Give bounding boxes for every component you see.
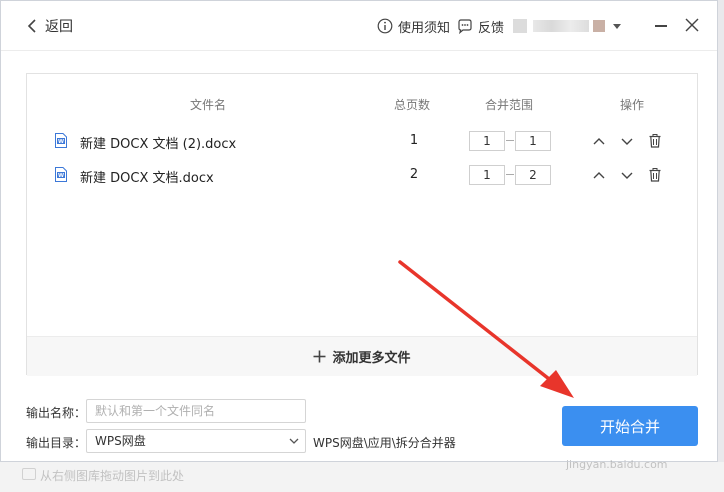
close-icon[interactable] (685, 18, 699, 32)
chevron-down-icon (289, 438, 299, 444)
blurred-username (533, 20, 589, 32)
merge-dialog: 返回 使用须知 反馈 文件名 总页数 合并范围 操作 W 新建 DOCX 文档 … (0, 0, 718, 462)
range-from-input[interactable]: 1 (469, 131, 505, 151)
dialog-header: 返回 使用须知 反馈 (1, 1, 717, 51)
file-row: W 新建 DOCX 文档 (2).docx 1 1 1 (27, 127, 697, 157)
column-header-filename: 文件名 (189, 98, 226, 112)
feedback-label: 反馈 (478, 20, 505, 36)
range-separator (506, 140, 514, 141)
image-icon (22, 468, 36, 480)
minimize-button[interactable] (655, 25, 667, 27)
move-down-icon[interactable] (619, 167, 635, 183)
output-dir-value: WPS网盘 (95, 434, 146, 448)
range-to-input[interactable]: 1 (515, 131, 551, 151)
output-dir-select[interactable]: WPS网盘 (86, 429, 306, 453)
chat-bubble-icon (458, 19, 472, 34)
range-to-input[interactable]: 2 (515, 165, 551, 185)
usage-notice-label: 使用须知 (398, 20, 451, 36)
output-name-label: 输出名称： (26, 406, 87, 420)
output-name-input[interactable] (86, 399, 306, 423)
info-icon (377, 18, 393, 34)
drag-hint: 从右侧图库拖动图片到此处 (40, 469, 185, 483)
range-separator (506, 174, 514, 175)
add-more-files-label: 添加更多文件 (332, 351, 411, 366)
file-name: 新建 DOCX 文档 (2).docx (80, 137, 237, 152)
feedback-button[interactable]: 反馈 (457, 16, 504, 36)
file-page-count: 1 (409, 133, 419, 148)
output-dir-label: 输出目录： (26, 436, 87, 450)
back-button[interactable]: 返回 (27, 15, 73, 37)
column-header-pages: 总页数 (393, 98, 430, 112)
move-up-icon[interactable] (591, 133, 607, 149)
add-more-files-button[interactable]: 添加更多文件 (27, 336, 697, 376)
output-dir-path: WPS网盘\应用\拆分合并器 (313, 436, 456, 450)
blurred-badge (593, 20, 605, 32)
plus-icon (313, 350, 326, 363)
chevron-left-icon (27, 19, 36, 33)
range-from-input[interactable]: 1 (469, 165, 505, 185)
move-down-icon[interactable] (619, 133, 635, 149)
file-row: W 新建 DOCX 文档.docx 2 1 2 (27, 161, 697, 191)
avatar (513, 19, 527, 33)
back-label: 返回 (45, 19, 73, 35)
watermark: jingyan.baidu.com (566, 458, 668, 471)
caret-down-icon (613, 23, 621, 29)
svg-text:W: W (58, 173, 64, 179)
start-merge-button[interactable]: 开始合并 (562, 406, 698, 446)
word-doc-icon: W (55, 167, 67, 182)
file-list-panel: 文件名 总页数 合并范围 操作 W 新建 DOCX 文档 (2).docx 1 … (26, 73, 698, 376)
usage-notice-button[interactable]: 使用须知 (377, 16, 450, 36)
word-doc-icon: W (55, 133, 67, 148)
column-header-actions: 操作 (619, 98, 644, 112)
trash-icon[interactable] (647, 167, 663, 183)
user-account-menu[interactable] (513, 14, 621, 38)
svg-text:W: W (58, 139, 64, 145)
file-name: 新建 DOCX 文档.docx (80, 171, 214, 186)
file-page-count: 2 (409, 167, 419, 182)
trash-icon[interactable] (647, 133, 663, 149)
move-up-icon[interactable] (591, 167, 607, 183)
column-header-range: 合并范围 (484, 98, 533, 112)
